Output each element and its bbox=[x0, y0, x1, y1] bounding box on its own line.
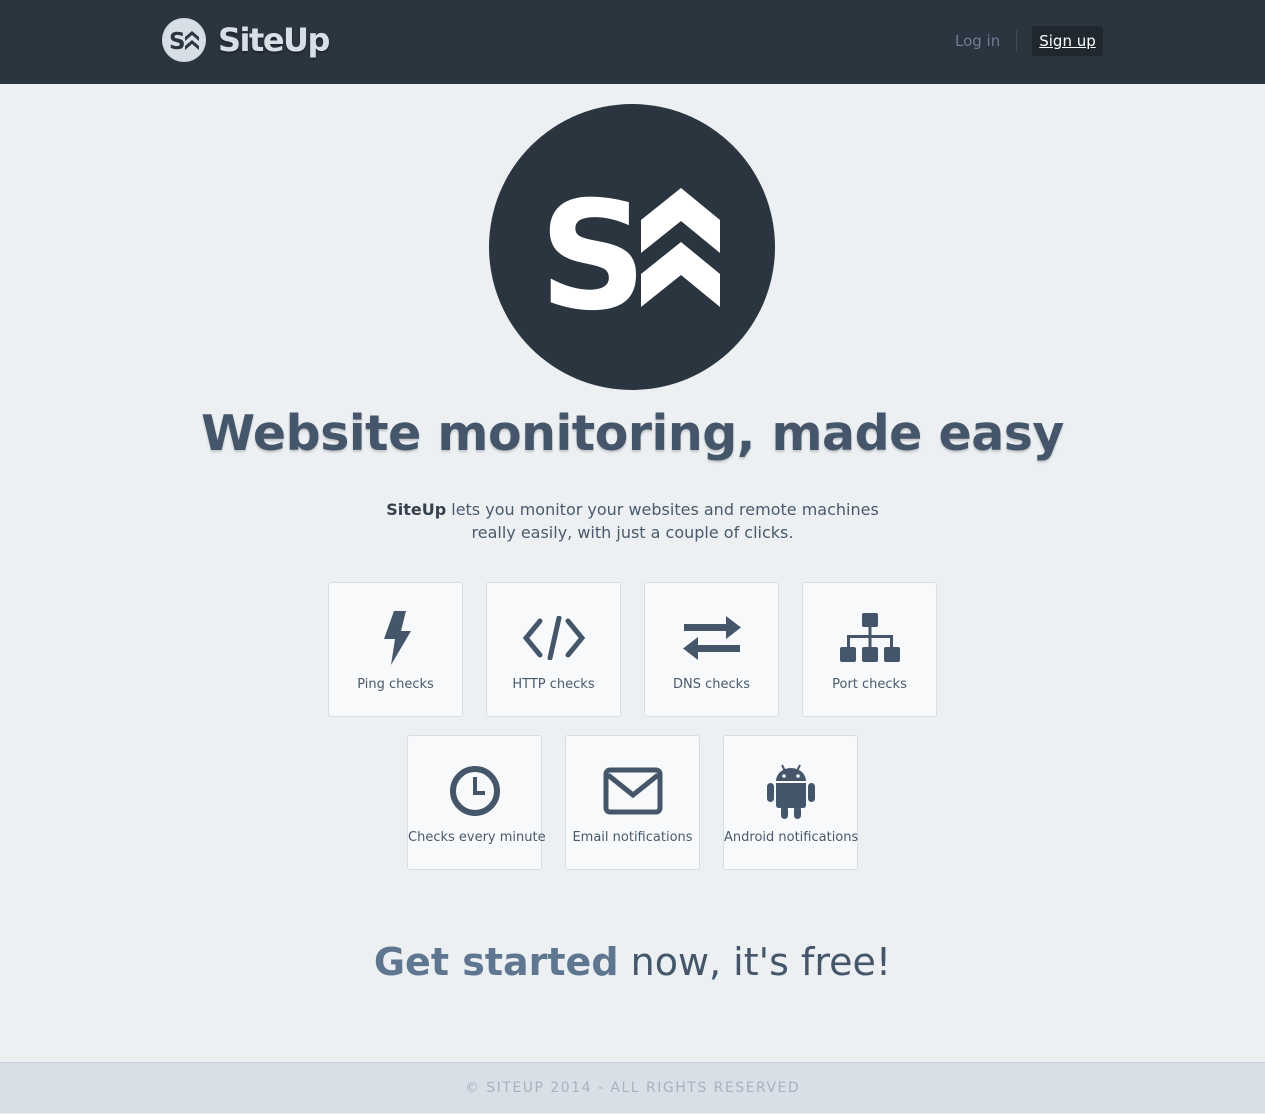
envelope-icon bbox=[566, 764, 699, 818]
intro-brand: SiteUp bbox=[386, 500, 447, 519]
feature-card-dns: DNS checks bbox=[644, 582, 779, 717]
signup-button[interactable]: Sign up bbox=[1032, 26, 1103, 56]
feature-label: HTTP checks bbox=[512, 677, 595, 692]
feature-card-email: Email notifications bbox=[565, 735, 700, 870]
intro-line1: lets you monitor your websites and remot… bbox=[446, 500, 879, 519]
clock-icon bbox=[408, 764, 541, 818]
hero-logo: S bbox=[489, 104, 775, 390]
sitemap-icon bbox=[803, 611, 936, 665]
login-link[interactable]: Log in bbox=[955, 32, 1000, 50]
code-icon bbox=[487, 611, 620, 665]
feature-card-port: Port checks bbox=[802, 582, 937, 717]
intro-line2: really easily, with just a couple of cli… bbox=[471, 523, 794, 542]
svg-text:S: S bbox=[169, 29, 186, 55]
cta-rest: now, it's free! bbox=[618, 940, 892, 984]
features-row-2: Checks every minute Email notifications bbox=[0, 735, 1265, 870]
features-row-1: Ping checks HTTP checks DNS checks Port … bbox=[0, 582, 1265, 717]
brand-name: SiteUp bbox=[218, 21, 330, 59]
bolt-icon bbox=[329, 611, 462, 665]
feature-label: Checks every minute bbox=[408, 830, 546, 845]
feature-label: Port checks bbox=[832, 677, 907, 692]
headline: Website monitoring, made easy bbox=[201, 405, 1064, 462]
intro-text: SiteUp lets you monitor your websites an… bbox=[0, 498, 1265, 544]
exchange-arrows-icon bbox=[645, 611, 778, 665]
top-navbar: S SiteUp Log in Sign up bbox=[0, 0, 1265, 84]
feature-label: Ping checks bbox=[357, 677, 434, 692]
copyright-text: © SITEUP 2014 - ALL RIGHTS RESERVED bbox=[464, 1080, 801, 1096]
brand-link[interactable]: S SiteUp bbox=[162, 18, 330, 62]
android-icon bbox=[724, 764, 857, 819]
feature-card-ping: Ping checks bbox=[328, 582, 463, 717]
feature-card-android: Android notifications bbox=[723, 735, 858, 870]
footer: © SITEUP 2014 - ALL RIGHTS RESERVED bbox=[0, 1062, 1265, 1113]
brand-logo-icon: S bbox=[162, 18, 206, 62]
nav-divider bbox=[1016, 30, 1017, 52]
feature-label: DNS checks bbox=[673, 677, 750, 692]
feature-card-http: HTTP checks bbox=[486, 582, 621, 717]
feature-label: Android notifications bbox=[724, 830, 859, 845]
svg-text:S: S bbox=[539, 170, 647, 344]
cta-text: Get started now, it's free! bbox=[0, 940, 1265, 984]
get-started-link[interactable]: Get started bbox=[374, 940, 619, 984]
feature-card-interval: Checks every minute bbox=[407, 735, 546, 870]
feature-label: Email notifications bbox=[572, 830, 693, 845]
